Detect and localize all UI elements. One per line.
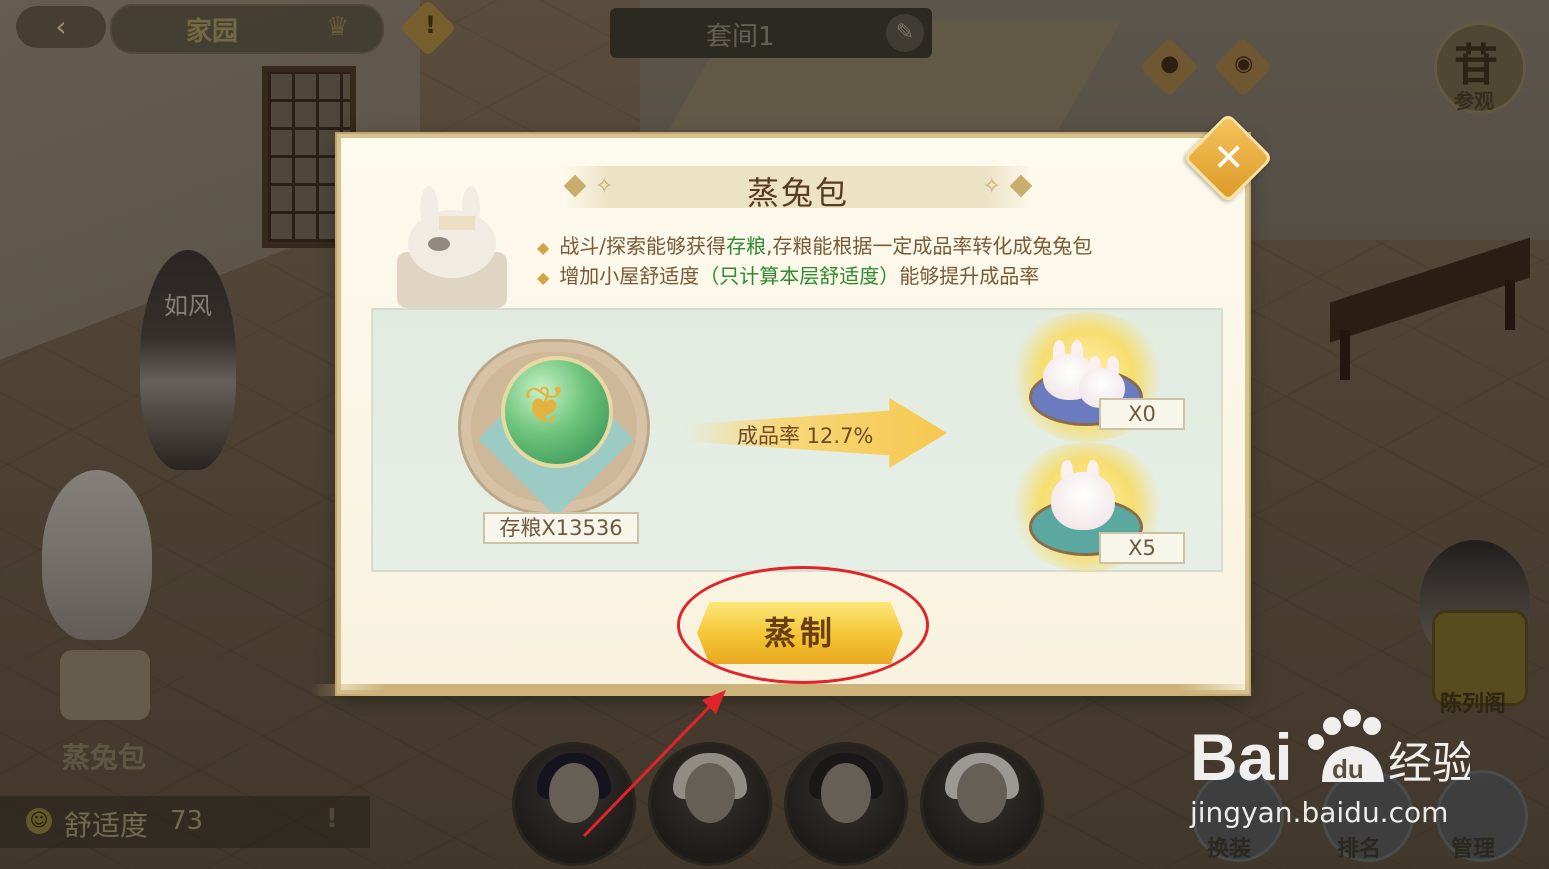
svg-text:Bai: Bai <box>1190 720 1293 792</box>
svg-text:du: du <box>1332 754 1364 784</box>
baidu-watermark-logo: Bai du 经验 <box>1190 709 1470 792</box>
svg-text:经验: 经验 <box>1388 738 1470 789</box>
watermark-url: jingyan.baidu.com <box>1190 796 1449 829</box>
